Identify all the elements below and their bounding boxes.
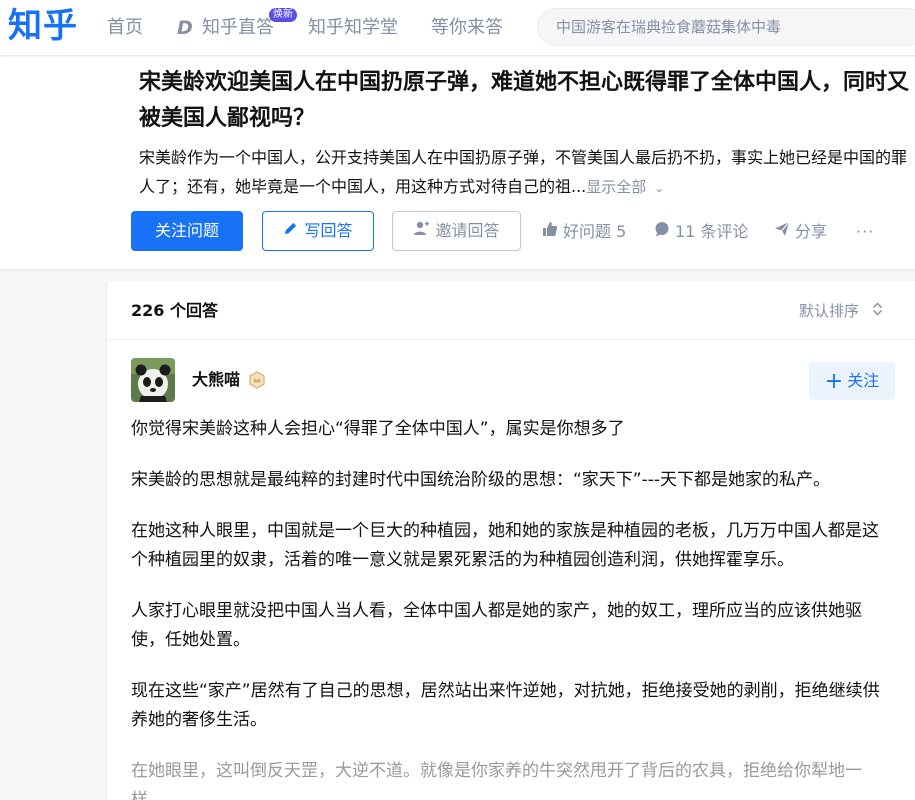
sort-dropdown[interactable]: 默认排序 <box>799 299 883 325</box>
answer-content: 你觉得宋美龄这种人会担心“得罪了全体中国人”，属实是你想多了 宋美龄的思想就是最… <box>131 415 895 800</box>
follow-author-label: 关注 <box>847 371 880 390</box>
sort-label: 默认排序 <box>799 302 860 320</box>
nav-xuetang[interactable]: 知乎知学堂 <box>308 16 398 40</box>
answer-paragraph: 人家打心眼里就没把中国人当人看，全体中国人都是她的家产，她的奴工，理所应当的应该… <box>131 601 862 650</box>
good-question-button[interactable]: 好问题 5 <box>542 221 626 243</box>
comments-button[interactable]: 11 条评论 <box>654 221 748 243</box>
question-description-text: 宋美龄作为一个中国人，公开支持美国人在中国扔原子弹，不管美国人最后扔不扔，事实上… <box>139 148 908 196</box>
new-badge: 焕新 <box>269 8 297 22</box>
answer-list-card: 226 个回答 默认排序 大熊喵 + 关注 你觉得宋美龄这种人会担心“得罪了全体中… <box>107 281 915 800</box>
question-header: 宋美龄欢迎美国人在中国扔原子弹，难道她不担心既得罪了全体中国人，同时又被美国人鄙… <box>0 57 915 269</box>
question-description: 宋美龄作为一个中国人，公开支持美国人在中国扔原子弹，不管美国人最后扔不扔，事实上… <box>139 143 915 203</box>
share-label: 分享 <box>795 222 828 241</box>
good-question-label: 好问题 5 <box>563 222 627 241</box>
invite-user-icon <box>413 212 430 250</box>
avatar[interactable] <box>131 358 175 402</box>
nav-waiting-answers[interactable]: 等你来答 <box>431 16 503 40</box>
plus-icon: + <box>824 369 844 394</box>
answer-paragraph: 在她这种人眼里，中国就是一个巨大的种植园，她和她的家族是种植园的老板，几万万中国… <box>131 521 879 570</box>
write-answer-label: 写回答 <box>304 221 353 240</box>
comment-icon <box>654 221 670 243</box>
invite-answer-button[interactable]: 邀请回答 <box>392 211 521 251</box>
zhida-logo-icon: D <box>177 16 193 39</box>
answer-paragraph: 在她眼里，这叫倒反天罡，大逆不道。就像是你家养的牛突然甩开了背后的农具，拒绝给你… <box>131 761 862 800</box>
answer-count: 226 个回答 <box>131 301 218 320</box>
answer-paragraph: 你觉得宋美龄这种人会担心“得罪了全体中国人”，属实是你想多了 <box>131 419 625 439</box>
invite-answer-label: 邀请回答 <box>435 221 500 240</box>
nav-home[interactable]: 首页 <box>107 16 143 40</box>
write-answer-button[interactable]: 写回答 <box>262 211 374 251</box>
follow-author-button[interactable]: + 关注 <box>809 362 895 400</box>
author-name[interactable]: 大熊喵 <box>192 369 240 391</box>
zhihu-logo[interactable]: 知乎 <box>8 4 78 48</box>
chevron-down-icon: ⌄ <box>654 181 665 195</box>
answer-paragraph: 宋美龄的思想就是最纯粹的封建时代中国统治阶级的思想：“家天下”---天下都是她家… <box>131 470 831 490</box>
divider <box>107 339 915 340</box>
share-button[interactable]: 分享 <box>774 221 827 243</box>
sort-chevron-icon <box>872 301 883 325</box>
show-all-button[interactable]: 显示全部 ⌄ <box>586 178 664 196</box>
more-options-button[interactable]: ··· <box>856 221 874 243</box>
nav-zhida-label: 知乎直答 <box>202 17 274 38</box>
top-navbar: 知乎 首页 D 知乎直答 焕新 知乎知学堂 等你来答 中国游客在瑞典捡食蘑菇集体… <box>0 0 915 56</box>
pencil-icon <box>283 212 298 250</box>
comments-label: 11 条评论 <box>675 222 749 241</box>
search-input[interactable]: 中国游客在瑞典捡食蘑菇集体中毒 <box>537 8 915 46</box>
show-all-label: 显示全部 <box>586 178 647 196</box>
follow-question-button[interactable]: 关注问题 <box>131 211 243 251</box>
thumbs-up-icon <box>542 221 558 243</box>
nav-zhida[interactable]: D 知乎直答 焕新 <box>177 8 297 40</box>
author-badge-icon <box>248 371 266 389</box>
question-title[interactable]: 宋美龄欢迎美国人在中国扔原子弹，难道她不担心既得罪了全体中国人，同时又被美国人鄙… <box>139 65 915 137</box>
paper-plane-icon <box>774 221 790 243</box>
answer-paragraph: 现在这些“家产”居然有了自己的思想，居然站出来忤逆她，对抗她，拒绝接受她的剥削，… <box>131 681 880 730</box>
